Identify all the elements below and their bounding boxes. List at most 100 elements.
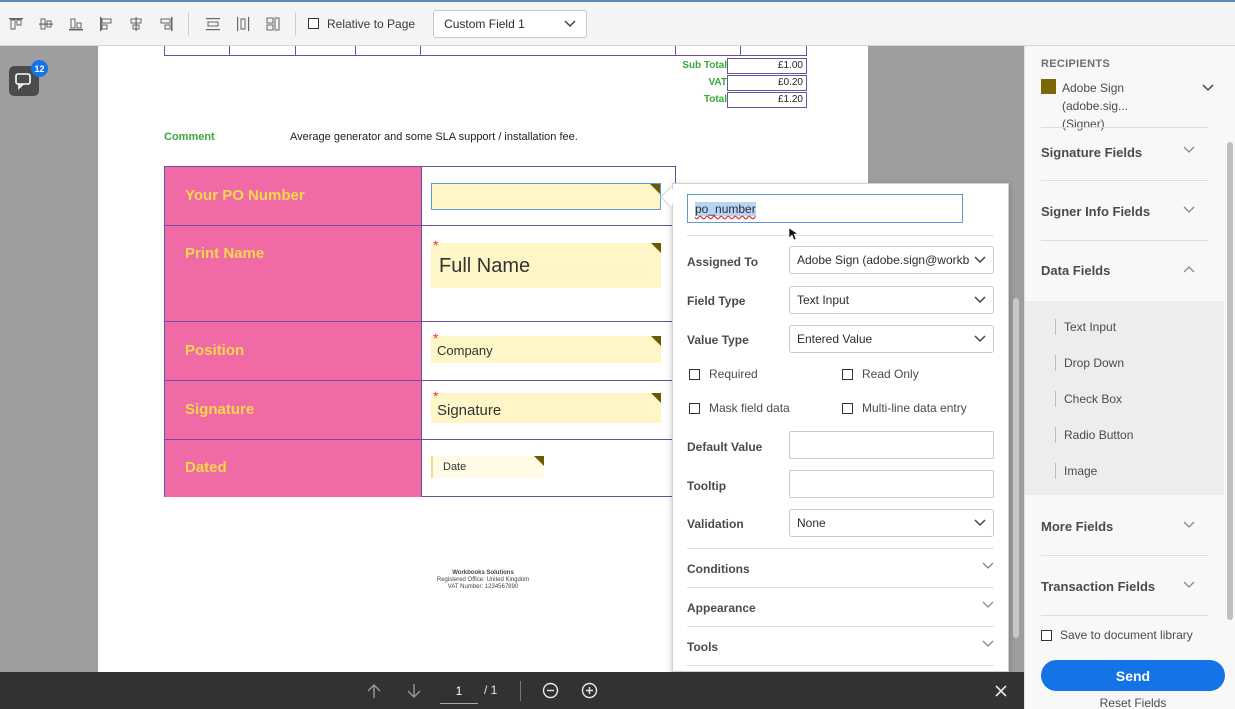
center-vertical-icon[interactable] [38,16,54,32]
popover-scrollbar[interactable] [1013,298,1019,638]
required-asterisk: * [433,237,439,253]
company-field[interactable]: * Company [431,330,661,363]
align-left-icon[interactable] [98,16,114,32]
save-to-library-label: Save to document library [1060,628,1193,642]
assigned-to-select[interactable]: Adobe Sign (adobe.sign@workb [789,246,994,274]
relative-to-page-checkbox[interactable]: Relative to Page [308,17,415,31]
align-right-icon[interactable] [158,16,174,32]
reset-fields-link[interactable]: Reset Fields [1041,696,1225,709]
print-name-label: Print Name [165,226,422,321]
center-horizontal-icon[interactable] [128,16,144,32]
field-properties-popover: po_number Assigned To Adobe Sign (adobe.… [672,183,1009,672]
signature-fields-section[interactable]: Signature Fields [1041,145,1201,160]
zoom-in-icon[interactable] [581,682,598,699]
mask-field-label: Mask field data [709,401,790,415]
more-fields-section[interactable]: More Fields [1041,519,1201,534]
panel-divider [1041,615,1208,616]
subtotal-value: £1.00 [727,58,807,74]
chevron-down-icon[interactable] [1183,581,1195,589]
check-box-field-item[interactable]: Check Box [1055,391,1122,407]
conditions-accordion[interactable]: Conditions [687,562,994,576]
read-only-checkbox[interactable]: Read Only [842,367,919,381]
close-icon[interactable] [995,685,1007,697]
previous-page-icon[interactable] [366,683,382,699]
vat-label: VAT [708,77,727,88]
distribute-vertical-icon[interactable] [205,16,221,32]
custom-field-select[interactable]: Custom Field 1 [433,9,588,38]
signer-info-fields-section[interactable]: Signer Info Fields [1041,204,1201,219]
default-value-input[interactable] [789,431,994,459]
conditions-label: Conditions [687,562,750,576]
field-type-select[interactable]: Text Input [789,286,994,314]
text-input-field-item[interactable]: Text Input [1055,319,1116,335]
transaction-fields-section[interactable]: Transaction Fields [1041,579,1201,594]
form-row-po-number: Your PO Number [165,167,675,226]
image-field-item[interactable]: Image [1055,463,1097,479]
recipient-selector[interactable]: Adobe Sign (adobe.sig... (Signer) [1062,79,1192,133]
popover-divider [687,626,994,627]
panel-divider [1041,127,1208,128]
align-bottom-icon[interactable] [68,16,84,32]
checkbox-box[interactable] [842,402,853,414]
assigned-to-value: Adobe Sign (adobe.sign@workb [797,253,970,267]
field-type-label: Field Type [687,294,746,308]
date-field[interactable]: Date [431,456,544,478]
chevron-down-icon[interactable] [1183,521,1195,529]
distribute-horizontal-icon[interactable] [235,16,251,32]
full-name-field-label: Full Name [439,255,531,277]
chevron-down-icon[interactable] [1183,206,1195,214]
recipient-role: (Signer) [1062,117,1105,131]
chevron-down-icon[interactable] [1183,146,1195,154]
chevron-down-icon[interactable] [1202,84,1214,92]
zoom-out-icon[interactable] [542,682,559,699]
checkbox-box[interactable] [308,18,319,29]
signer-form-table: Your PO Number Print Name * Full Name Po… [164,166,676,497]
subtotal-label: Sub Total [682,60,727,71]
relative-to-page-label: Relative to Page [327,16,416,31]
full-name-field[interactable]: * Full Name [431,237,661,288]
current-page-input[interactable]: 1 [440,678,478,704]
tooltip-input[interactable] [789,470,994,498]
field-corner-marker [651,393,661,403]
page-total: / 1 [484,683,498,697]
validation-select[interactable]: None [789,509,994,537]
send-button[interactable]: Send [1041,660,1225,691]
fields-panel: RECIPIENTS Adobe Sign (adobe.sig... (Sig… [1024,46,1235,709]
checkbox-box[interactable] [689,402,700,414]
panel-divider [1041,180,1208,181]
signature-field[interactable]: * Signature [431,388,661,423]
form-row-dated: Dated Date [165,440,675,497]
checkbox-box[interactable] [689,368,700,380]
tools-label: Tools [687,640,719,654]
tools-accordion[interactable]: Tools [687,640,994,654]
panel-scrollbar[interactable] [1227,142,1233,620]
drop-down-field-item[interactable]: Drop Down [1055,355,1124,371]
match-size-icon[interactable] [265,16,281,32]
checkbox-box[interactable] [1041,629,1052,641]
po-number-field[interactable] [431,183,661,210]
next-page-icon[interactable] [406,683,422,699]
tooltip-label: Tooltip [687,479,727,493]
required-checkbox[interactable]: Required [689,367,758,381]
validation-value: None [797,516,826,530]
panel-divider [1041,555,1208,556]
field-name-input[interactable]: po_number [687,194,963,223]
panel-divider [1041,240,1208,241]
data-fields-section[interactable]: Data Fields [1041,263,1201,278]
value-type-select[interactable]: Entered Value [789,325,994,353]
checkbox-box[interactable] [842,368,853,380]
align-top-icon[interactable] [8,16,24,32]
chevron-up-icon[interactable] [1183,265,1195,273]
appearance-accordion[interactable]: Appearance [687,601,994,615]
comments-count-badge: 12 [31,60,48,77]
mask-field-checkbox[interactable]: Mask field data [689,401,790,415]
page-navigation-bar: 1 / 1 [0,672,1024,709]
form-row-print-name: Print Name * Full Name [165,226,675,322]
chevron-down-icon [974,519,986,527]
po-number-label: Your PO Number [165,167,422,225]
comment-label: Comment [164,131,215,143]
mouse-cursor-icon [788,227,798,241]
multi-line-checkbox[interactable]: Multi-line data entry [842,401,967,415]
save-to-library-checkbox[interactable]: Save to document library [1041,628,1193,642]
radio-button-field-item[interactable]: Radio Button [1055,427,1133,443]
